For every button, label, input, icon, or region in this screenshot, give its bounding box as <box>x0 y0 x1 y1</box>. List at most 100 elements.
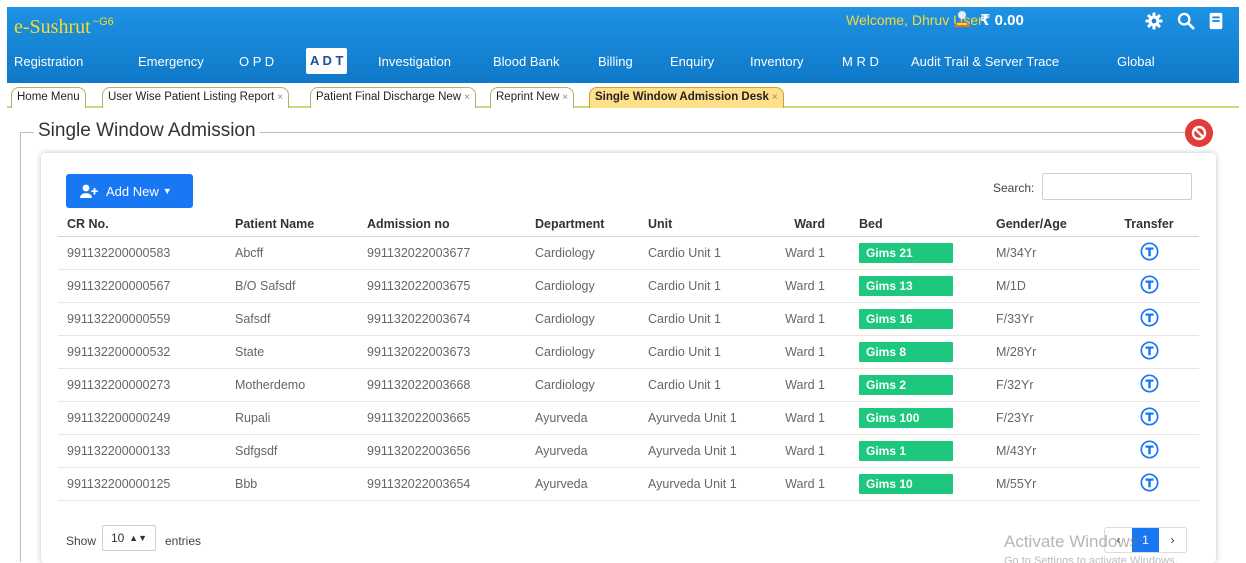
bed-cell: Gims 1 <box>850 434 987 468</box>
app-root: e-Sushrut~G6 Welcome, Dhruv User ₹ 0.00 <box>0 0 1246 563</box>
column-header[interactable]: Bed <box>850 212 987 237</box>
nav-billing[interactable]: Billing <box>598 51 633 73</box>
column-header[interactable]: CR No. <box>58 212 226 237</box>
tab-user-wise-patient-listing-report[interactable]: User Wise Patient Listing Report × <box>102 87 290 108</box>
admission-table: CR No. Patient Name Admission no Departm… <box>58 212 1199 501</box>
close-icon[interactable]: × <box>277 92 283 103</box>
nav-registration[interactable]: Registration <box>14 51 83 73</box>
column-header[interactable]: Transfer <box>1099 212 1199 237</box>
department-cell: Cardiology <box>526 236 639 270</box>
gender-age-cell: F/32Yr <box>987 368 1099 402</box>
top-header: e-Sushrut~G6 Welcome, Dhruv User ₹ 0.00 <box>7 7 1239 83</box>
user-money-icon[interactable] <box>951 10 973 28</box>
main-nav: Registration Emergency O P D A D T Inves… <box>7 47 1239 79</box>
transfer-cell <box>1099 269 1199 303</box>
search-input[interactable] <box>1042 173 1192 200</box>
close-icon[interactable]: × <box>464 92 470 103</box>
unit-cell: Cardio Unit 1 <box>639 269 775 303</box>
nav-emergency[interactable]: Emergency <box>138 51 204 73</box>
table-row[interactable]: 991132200000273 Motherdemo 991132022003668… <box>58 368 1199 402</box>
nav-enquiry[interactable]: Enquiry <box>670 51 714 73</box>
tab-patient-final-discharge-new[interactable]: Patient Final Discharge New × <box>310 87 476 108</box>
nav-blood-bank[interactable]: Blood Bank <box>493 51 560 73</box>
bed-badge: Gims 2 <box>859 374 953 395</box>
tab-label: Home Menu <box>17 91 80 103</box>
transfer-t-icon[interactable] <box>1139 340 1159 360</box>
transfer-t-icon[interactable] <box>1139 241 1159 261</box>
column-header[interactable]: Admission no <box>358 212 526 237</box>
search-icon[interactable] <box>1177 12 1195 30</box>
tab-single-window-admission-desk[interactable]: Single Window Admission Desk × <box>589 87 784 108</box>
entries-select[interactable]: 10 ▲▼ <box>102 525 156 551</box>
table-row[interactable]: 991132200000249 Rupali 991132022003665 Ayur… <box>58 401 1199 435</box>
nav-mrd[interactable]: M R D <box>842 51 879 73</box>
bed-badge: Gims 16 <box>859 308 953 329</box>
close-icon[interactable]: × <box>562 92 568 103</box>
column-header[interactable]: Patient Name <box>226 212 358 237</box>
transfer-t-icon[interactable] <box>1139 472 1159 492</box>
column-header[interactable]: Department <box>526 212 639 237</box>
nav-adt[interactable]: A D T <box>306 48 348 74</box>
tab-home-menu[interactable]: Home Menu <box>11 87 86 108</box>
table-row[interactable]: 991132200000532 State 991132022003673 Cardi… <box>58 335 1199 369</box>
department-cell: Cardiology <box>526 302 639 336</box>
admission-number-cell: 991132022003675 <box>358 269 526 303</box>
transfer-t-icon[interactable] <box>1139 406 1159 426</box>
column-header[interactable]: Ward <box>775 212 850 237</box>
wallet-amount: ₹ 0.00 <box>980 12 1024 29</box>
ward-cell: Ward 1 <box>775 467 850 501</box>
column-header[interactable]: Unit <box>639 212 775 237</box>
column-header[interactable]: Gender/Age <box>987 212 1099 237</box>
table-row[interactable]: 991132200000567 B/O Safsdf 991132022003675… <box>58 269 1199 303</box>
bed-cell: Gims 16 <box>850 302 987 336</box>
admission-number-cell: 991132022003654 <box>358 467 526 501</box>
transfer-cell <box>1099 236 1199 270</box>
bed-badge: Gims 21 <box>859 242 953 263</box>
transfer-t-icon[interactable] <box>1139 307 1159 327</box>
search-label: Search: <box>993 181 1035 195</box>
add-new-button[interactable]: Add New ▼ <box>66 174 193 208</box>
stop-icon[interactable] <box>1185 119 1213 147</box>
table-row[interactable]: 991132200000133 Sdfgsdf 991132022003656 Ayu… <box>58 434 1199 468</box>
transfer-t-icon[interactable] <box>1139 274 1159 294</box>
cr-number-cell: 991132200000249 <box>58 401 226 435</box>
notes-icon[interactable] <box>1207 12 1225 30</box>
nav-inventory[interactable]: Inventory <box>750 51 803 73</box>
transfer-t-icon[interactable] <box>1139 439 1159 459</box>
nav-audit-trail[interactable]: Audit Trail & Server Trace <box>911 51 1059 73</box>
table-row[interactable]: 991132200000583 Abcff 991132022003677 Cardi… <box>58 236 1199 270</box>
tab-reprint-new[interactable]: Reprint New × <box>490 87 575 108</box>
nav-opd[interactable]: O P D <box>239 51 274 73</box>
gender-age-cell: F/23Yr <box>987 401 1099 435</box>
cr-number-cell: 991132200000532 <box>58 335 226 369</box>
ward-cell: Ward 1 <box>775 401 850 435</box>
bed-badge: Gims 100 <box>859 407 953 428</box>
department-cell: Cardiology <box>526 368 639 402</box>
close-icon[interactable]: × <box>772 92 778 103</box>
table-row[interactable]: 991132200000125 Bbb 991132022003654 Ayurved… <box>58 467 1199 501</box>
admission-number-cell: 991132022003677 <box>358 236 526 270</box>
table-row[interactable]: 991132200000559 Safsdf 991132022003674 Card… <box>58 302 1199 336</box>
unit-cell: Cardio Unit 1 <box>639 368 775 402</box>
entries-label: entries <box>165 534 202 548</box>
patient-name-cell: Motherdemo <box>226 368 358 402</box>
unit-cell: Ayurveda Unit 1 <box>639 434 775 468</box>
gender-age-cell: F/33Yr <box>987 302 1099 336</box>
department-cell: Ayurveda <box>526 401 639 435</box>
brand-logo[interactable]: e-Sushrut ~G6 <box>14 9 114 40</box>
admission-number-cell: 991132022003668 <box>358 368 526 402</box>
nav-global[interactable]: Global <box>1117 51 1155 73</box>
transfer-cell <box>1099 434 1199 468</box>
unit-cell: Cardio Unit 1 <box>639 335 775 369</box>
cr-number-cell: 991132200000583 <box>58 236 226 270</box>
bed-badge: Gims 8 <box>859 341 953 362</box>
nav-investigation[interactable]: Investigation <box>378 51 451 73</box>
gear-icon[interactable] <box>1145 12 1163 30</box>
transfer-cell <box>1099 302 1199 336</box>
transfer-t-icon[interactable] <box>1139 373 1159 393</box>
next-page-button[interactable]: › <box>1159 528 1186 552</box>
transfer-cell <box>1099 401 1199 435</box>
add-new-label: Add New <box>106 183 159 199</box>
department-cell: Cardiology <box>526 335 639 369</box>
unit-cell: Ayurveda Unit 1 <box>639 467 775 501</box>
